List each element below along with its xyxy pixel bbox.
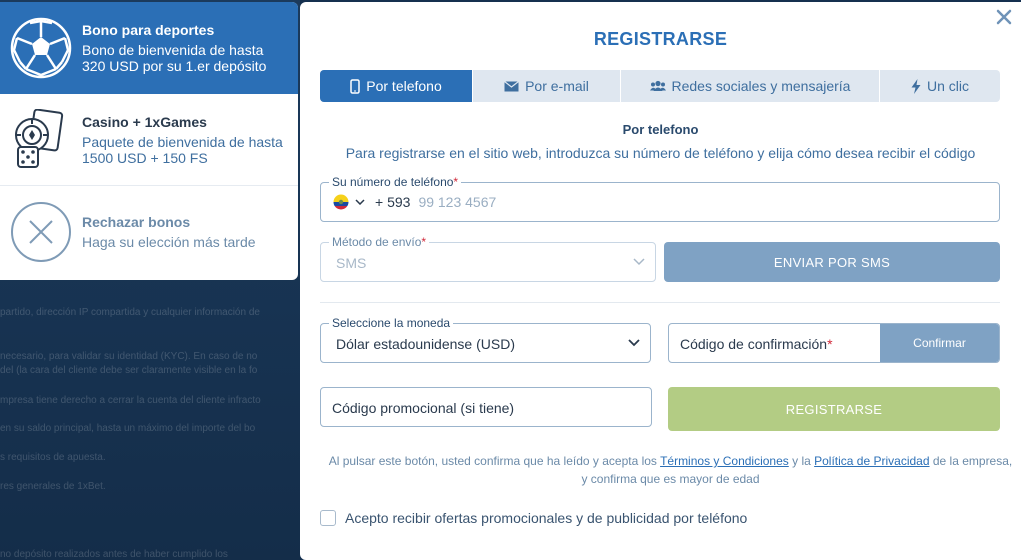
users-icon [649,80,666,91]
modal-title: REGISTRARSE [593,29,728,49]
background-text: no depósito realizados antes de haber cu… [0,549,228,560]
tab-email[interactable]: Por e-mail [473,70,621,102]
tab-social[interactable]: Redes sociales y mensajería [621,70,880,102]
send-method-select[interactable]: Método de envío* SMS [320,235,656,282]
background-text: res generales de 1xBet. [0,481,106,492]
promo-code-input[interactable]: Código promocional (si tiene) [332,400,514,416]
close-icon[interactable] [995,8,1013,26]
promo-consent[interactable]: Acepto recibir ofertas promocionales y d… [320,510,747,526]
close-circle-icon [0,186,82,278]
background-text: s requisitos de apuesta. [0,452,106,463]
bonus-desc: 320 USD por su 1.er depósito [82,58,267,74]
confirmation-code-input[interactable]: Código de confirmación* [680,336,833,352]
promo-code-field[interactable]: Código promocional (si tiene) [320,387,652,427]
terms-link[interactable]: Términos y Condiciones [660,454,789,468]
bonus-desc: Bono de bienvenida de hasta [82,42,264,58]
tab-phone[interactable]: Por telefono [320,70,473,102]
currency-select[interactable]: Seleccione la moneda Dólar estadounidens… [320,316,651,363]
send-method-value: SMS [336,255,367,271]
registration-tabs: Por telefono Por e-mail Redes sociales y… [320,70,1000,102]
background-text: partido, dirección IP compartida y cualq… [0,307,260,318]
section-description: Para registrarse en el sitio web, introd… [345,145,976,161]
bonus-desc: 1500 USD + 150 FS [82,150,208,166]
consent-label: Acepto recibir ofertas promocionales y d… [345,510,748,526]
legal-text: Al pulsar este botón, usted confirma que… [328,454,1013,486]
phone-field[interactable]: Su número de teléfono* + 593 99 123 4567 [320,175,1000,222]
bonus-desc: Paquete de bienvenida de hasta [82,134,283,150]
background-text: mpresa tiene derecho a cerrar la cuenta … [0,395,261,406]
confirm-button[interactable]: Confirmar [880,324,999,362]
privacy-link[interactable]: Política de Privacidad [814,454,929,468]
field-label: Método de envío* [329,235,430,249]
bonus-title: Casino + 1xGames [82,114,207,130]
lightning-icon [911,78,921,94]
field-label: Seleccione la moneda [329,316,454,330]
phone-input[interactable]: 99 123 4567 [418,194,496,210]
bonus-title: Bono para deportes [82,22,215,38]
bonus-option-sports[interactable]: Bono para deportes Bono de bienvenida de… [0,2,298,94]
phone-icon [350,78,360,94]
send-sms-button[interactable]: ENVIAR POR SMS [664,242,1000,282]
bonus-option-casino[interactable]: Casino + 1xGames Paquete de bienvenida d… [0,94,298,186]
ecuador-flag-icon[interactable] [333,194,349,210]
confirmation-code-field[interactable]: Código de confirmación* Confirmar [668,323,1000,363]
tab-label: Redes sociales y mensajería [671,78,851,94]
chevron-down-icon [628,339,640,347]
tab-label: Un clic [926,78,969,94]
section-title: Por telefono [622,122,699,137]
bonus-panel: Bono para deportes Bono de bienvenida de… [0,2,298,280]
consent-checkbox[interactable] [320,510,336,526]
background-text: del (la cara del cliente debe ser claram… [0,365,258,376]
background-text: necesario, para validar su identidad (KY… [0,351,258,362]
chevron-down-icon[interactable] [355,199,365,205]
registration-modal: REGISTRARSE Por telefono Por e-mail Rede… [300,2,1021,560]
tab-label: Por e-mail [525,78,589,94]
divider [320,302,1000,303]
casino-chips-cards-icon [0,94,82,185]
bonus-option-reject[interactable]: Rechazar bonos Haga su elección más tard… [0,186,298,278]
tab-one-click[interactable]: Un clic [880,70,1000,102]
chevron-down-icon [633,258,645,266]
bonus-desc: Haga su elección más tarde [82,234,256,250]
background-text: en su saldo principal, hasta un máximo d… [0,423,256,434]
dial-code: + 593 [375,194,411,210]
bonus-title: Rechazar bonos [82,214,191,230]
currency-value: Dólar estadounidense (USD) [336,336,515,352]
soccer-ball-icon [0,2,82,94]
register-button[interactable]: REGISTRARSE [668,387,1000,431]
tab-label: Por telefono [366,78,442,94]
envelope-icon [504,80,519,91]
